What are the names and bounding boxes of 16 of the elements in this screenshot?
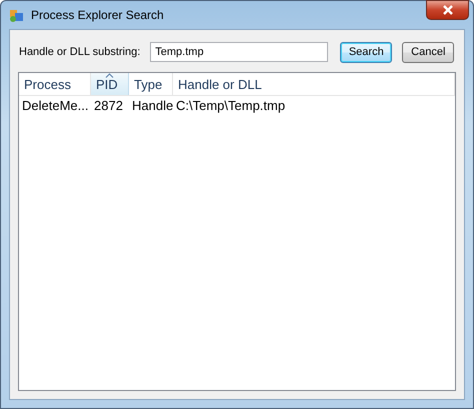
table-cell-text: Handle [131,98,173,112]
app-icon [9,7,25,23]
dialog-button[interactable]: Search [340,42,392,62]
column-header[interactable]: PID [91,73,129,95]
column-header[interactable]: Handle or DLL [173,73,455,95]
table-cell-text: 2872 [93,98,124,112]
search-label: Handle or DLL substring: [19,46,140,58]
dialog-button[interactable]: Cancel [402,42,454,62]
column-header[interactable]: Type [129,73,173,95]
close-icon [442,5,454,15]
table-cell-text: C:\Temp\Temp.tmp [175,98,286,112]
search-field[interactable]: Temp.tmp [150,42,328,62]
close-button[interactable] [426,0,469,20]
sort-up-icon [105,73,114,78]
window-title: Process Explorer Search [31,8,164,22]
table-cell-text: DeleteMe... [21,98,90,112]
